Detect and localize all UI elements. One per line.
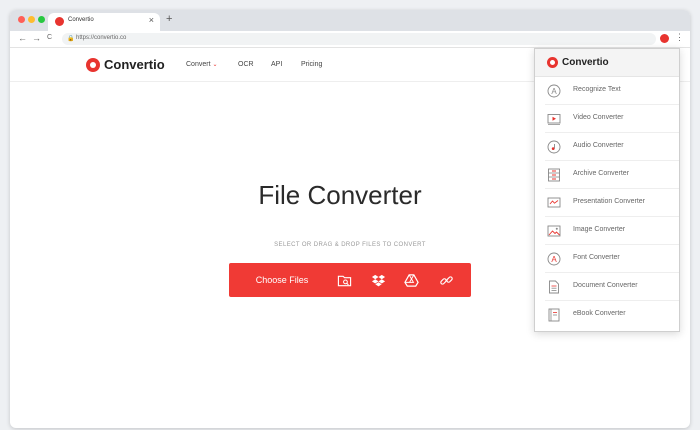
list-item-video-converter[interactable]: Video Converter — [545, 105, 679, 133]
svg-text:A: A — [551, 87, 557, 96]
upload-bar: Choose Files — [229, 263, 471, 297]
image-icon — [547, 224, 561, 238]
list-item-font-converter[interactable]: A Font Converter — [545, 245, 679, 273]
tab-bar: Convertio × + — [10, 10, 690, 31]
archive-icon — [547, 168, 561, 182]
svg-text:A: A — [551, 255, 557, 264]
list-item-recognize-text[interactable]: A Recognize Text — [545, 77, 679, 105]
document-icon — [547, 280, 561, 294]
list-item-image-converter[interactable]: Image Converter — [545, 217, 679, 245]
convertio-logo-icon — [547, 57, 558, 68]
nav-convert-label: Convert — [186, 61, 211, 68]
close-window-button[interactable] — [18, 16, 25, 23]
chevron-down-icon: ⌄ — [212, 62, 218, 68]
list-item-presentation-converter[interactable]: Presentation Converter — [545, 189, 679, 217]
browser-toolbar: ← → C 🔒 https://convertio.co ⋮ — [10, 31, 690, 48]
list-item-label: eBook Converter — [573, 310, 626, 317]
list-item-archive-converter[interactable]: Archive Converter — [545, 161, 679, 189]
choose-files-button[interactable]: Choose Files — [229, 263, 335, 297]
new-tab-button[interactable]: + — [166, 13, 172, 25]
site-logo[interactable]: Convertio — [86, 57, 165, 72]
nav-api[interactable]: API — [271, 61, 282, 68]
list-item-label: Audio Converter — [573, 142, 624, 149]
browser-window: Convertio × + ← → C 🔒 https://convertio.… — [10, 10, 690, 428]
list-item-label: Document Converter — [573, 282, 638, 289]
google-drive-icon[interactable] — [404, 273, 419, 288]
list-item-ebook-converter[interactable]: eBook Converter — [545, 301, 679, 329]
address-bar[interactable]: 🔒 https://convertio.co — [62, 33, 656, 45]
browser-menu-icon[interactable]: ⋮ — [675, 32, 684, 43]
ebook-icon — [547, 308, 561, 322]
audio-icon — [547, 140, 561, 154]
minimize-window-button[interactable] — [28, 16, 35, 23]
reload-button[interactable]: C — [47, 34, 52, 41]
nav-pricing[interactable]: Pricing — [301, 61, 322, 68]
list-item-label: Archive Converter — [573, 170, 630, 177]
list-item-label: Video Converter — [573, 114, 624, 121]
video-icon — [547, 112, 561, 126]
popup-header: Convertio — [535, 49, 679, 77]
link-icon[interactable] — [439, 273, 454, 288]
extension-popup: Convertio A Recognize Text Video Convert… — [534, 48, 680, 332]
list-item-label: Image Converter — [573, 226, 626, 233]
presentation-icon — [547, 196, 561, 210]
ocr-icon: A — [547, 84, 561, 98]
maximize-window-button[interactable] — [38, 16, 45, 23]
back-button[interactable]: ← — [18, 33, 27, 43]
list-item-label: Font Converter — [573, 254, 620, 261]
dropbox-icon[interactable] — [371, 273, 386, 288]
forward-button[interactable]: → — [32, 33, 41, 43]
list-item-label: Presentation Converter — [573, 198, 645, 205]
browser-tab[interactable]: Convertio × — [48, 13, 160, 31]
lock-icon: 🔒 — [67, 36, 75, 42]
tab-title: Convertio — [68, 17, 94, 23]
list-item-label: Recognize Text — [573, 86, 621, 93]
converter-list: A Recognize Text Video Converter Audio C… — [535, 77, 679, 329]
nav-ocr[interactable]: OCR — [238, 61, 254, 68]
folder-search-icon[interactable] — [337, 273, 352, 288]
convertio-logo-icon — [55, 17, 64, 26]
font-icon: A — [547, 252, 561, 266]
list-item-document-converter[interactable]: Document Converter — [545, 273, 679, 301]
tab-close-icon[interactable]: × — [149, 15, 154, 25]
brand-name: Convertio — [104, 57, 165, 72]
popup-brand: Convertio — [562, 57, 609, 68]
nav-convert[interactable]: Convert ⌄ — [186, 61, 218, 68]
convertio-logo-icon — [86, 57, 100, 72]
list-item-audio-converter[interactable]: Audio Converter — [545, 133, 679, 161]
convertio-extension-icon[interactable] — [660, 34, 669, 43]
url-text[interactable]: https://convertio.co — [76, 35, 126, 41]
